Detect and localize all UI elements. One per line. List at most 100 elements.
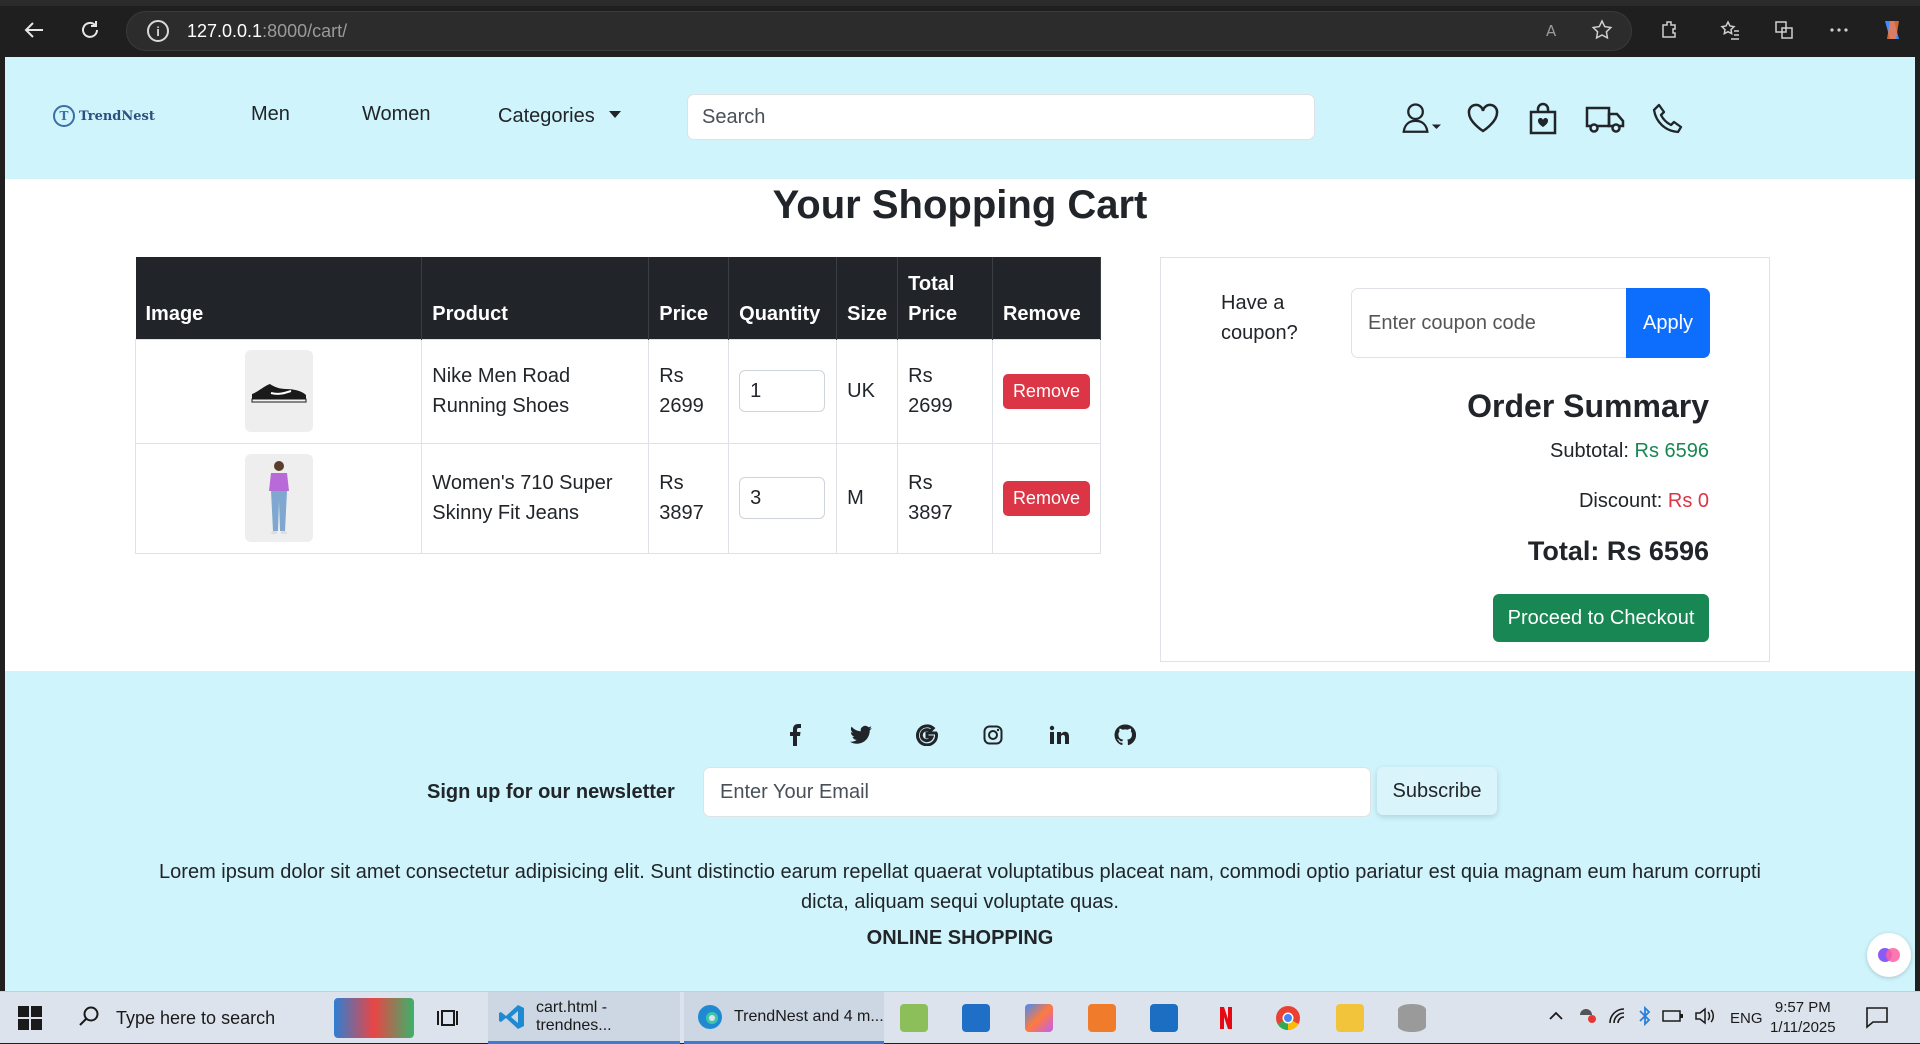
url-text: 127.0.0.1:8000/cart/: [187, 20, 348, 41]
remove-button[interactable]: Remove: [1002, 480, 1090, 516]
favorites-icon[interactable]: [1716, 16, 1744, 44]
product-image-cell: [134, 338, 423, 444]
system-clock[interactable]: 9:57 PM 1/11/2025: [1770, 998, 1836, 1038]
search-input[interactable]: [687, 94, 1315, 140]
product-total-price: Rs 3897: [897, 442, 993, 554]
copilot-app-icon[interactable]: [1025, 1004, 1053, 1032]
facebook-icon[interactable]: [781, 721, 809, 749]
subscribe-button[interactable]: Subscribe: [1377, 767, 1497, 815]
shopping-bag-icon[interactable]: [1523, 99, 1563, 139]
windows-start-icon[interactable]: [18, 1006, 42, 1030]
collections-icon[interactable]: [1770, 16, 1798, 44]
column-header-quantity: Quantity: [728, 257, 838, 339]
order-summary-title: Order Summary: [1467, 388, 1709, 424]
page-viewport: T TrendNest Men Women Categories Your Sh…: [5, 57, 1915, 991]
quantity-input[interactable]: [739, 370, 826, 412]
reload-icon[interactable]: [74, 14, 106, 46]
wishlist-heart-icon[interactable]: [1463, 99, 1503, 139]
svg-text:A: A: [1546, 22, 1557, 40]
remove-cell: Remove: [991, 442, 1102, 554]
column-header-price: Price: [648, 257, 730, 339]
logo-mark: T: [53, 105, 75, 127]
user-account-icon[interactable]: [1401, 99, 1441, 139]
newsletter-email-input[interactable]: [703, 767, 1371, 817]
favorite-star-icon[interactable]: [1588, 16, 1616, 44]
subtotal-value: Rs 6596: [1634, 440, 1710, 462]
nav-men[interactable]: Men: [251, 103, 290, 126]
delivery-truck-icon[interactable]: [1585, 99, 1625, 139]
address-bar[interactable]: i 127.0.0.1:8000/cart/: [126, 11, 1632, 51]
apply-coupon-button[interactable]: Apply: [1626, 288, 1710, 358]
vscode-icon: [498, 1003, 526, 1031]
product-price: Rs 3897: [648, 442, 730, 554]
proceed-to-checkout-button[interactable]: Proceed to Checkout: [1493, 594, 1709, 642]
edge-icon: [696, 1003, 724, 1031]
floating-assistant-icon[interactable]: [1867, 933, 1911, 977]
taskbar-app-edge[interactable]: TrendNest and 4 m...: [684, 992, 884, 1044]
browser-toolbar: i 127.0.0.1:8000/cart/ A: [0, 0, 1920, 57]
logo-text: TrendNest: [79, 108, 155, 124]
site-logo[interactable]: T TrendNest: [53, 105, 155, 127]
discount-line: Discount: Rs 0: [1579, 490, 1709, 513]
chrome-icon[interactable]: [1274, 1004, 1302, 1032]
read-aloud-icon[interactable]: A: [1540, 16, 1568, 44]
wifi-icon[interactable]: [1608, 1007, 1628, 1029]
photos-app-icon[interactable]: [900, 1004, 928, 1032]
nav-women[interactable]: Women: [362, 103, 431, 126]
netflix-icon[interactable]: [1212, 1004, 1240, 1032]
taskbar-app-vscode[interactable]: cart.html - trendnes...: [488, 992, 680, 1044]
chevron-down-icon: [608, 111, 621, 118]
linkedin-icon[interactable]: [1045, 721, 1073, 749]
more-menu-icon[interactable]: [1825, 16, 1853, 44]
footer-heading-online-shopping: ONLINE SHOPPING: [866, 927, 1054, 949]
widgets-news-icon[interactable]: [334, 998, 414, 1038]
extensions-icon[interactable]: [1655, 16, 1683, 44]
column-header-product: Product: [421, 257, 650, 339]
security-icon[interactable]: [1578, 1007, 1598, 1029]
product-image-jeans[interactable]: [244, 454, 313, 542]
twitter-icon[interactable]: [847, 721, 875, 749]
social-links: [5, 721, 1915, 749]
column-header-size: Size: [836, 257, 899, 339]
nav-categories-dropdown[interactable]: Categories: [498, 105, 621, 128]
discount-label: Discount:: [1578, 490, 1663, 512]
copilot-icon[interactable]: [1878, 16, 1906, 44]
volume-icon[interactable]: [1694, 1007, 1716, 1029]
github-icon[interactable]: [1111, 721, 1139, 749]
file-explorer-icon[interactable]: [1336, 1004, 1364, 1032]
site-footer: Sign up for our newsletter Subscribe Lor…: [5, 671, 1915, 991]
site-info-icon[interactable]: i: [147, 20, 169, 42]
product-size: UK: [836, 338, 899, 444]
tray-overflow-chevron-icon[interactable]: [1548, 1008, 1564, 1028]
coupon-code-input[interactable]: [1351, 288, 1627, 358]
table-row: Nike Men Road Running Shoes Rs 2699 UK R…: [134, 338, 1102, 444]
language-indicator[interactable]: ENG: [1730, 1010, 1763, 1027]
xampp-icon[interactable]: [1088, 1004, 1116, 1032]
product-image-shoe[interactable]: [244, 350, 313, 432]
notifications-icon[interactable]: [1864, 1004, 1892, 1032]
tab-strip: [0, 0, 1920, 6]
product-total-price: Rs 2699: [897, 338, 993, 444]
prime-video-icon[interactable]: [962, 1004, 990, 1032]
outlook-icon[interactable]: [1150, 1004, 1178, 1032]
remove-button[interactable]: Remove: [1002, 373, 1090, 409]
subtotal-label: Subtotal:: [1549, 440, 1629, 462]
taskbar-app-edge-label: TrendNest and 4 m...: [734, 1007, 884, 1025]
battery-icon[interactable]: [1662, 1009, 1684, 1027]
bluetooth-icon[interactable]: [1638, 1005, 1652, 1030]
quantity-input[interactable]: [739, 477, 826, 519]
back-icon[interactable]: [18, 14, 50, 46]
remove-cell: Remove: [991, 338, 1102, 444]
task-view-icon[interactable]: [436, 1004, 464, 1032]
google-icon[interactable]: [913, 721, 941, 749]
table-header-row: Image Product Price Quantity Size Total …: [135, 257, 1102, 339]
database-icon[interactable]: [1398, 1004, 1426, 1032]
clock-time: 9:57 PM: [1774, 999, 1831, 1016]
column-header-remove: Remove: [992, 257, 1102, 339]
phone-icon[interactable]: [1648, 99, 1688, 139]
product-name: Women's 710 Super Skinny Fit Jeans: [421, 442, 650, 554]
quantity-cell: [728, 338, 838, 444]
instagram-icon[interactable]: [979, 721, 1007, 749]
page-title: Your Shopping Cart: [772, 183, 1148, 227]
order-total: Total: Rs 6596: [1527, 536, 1709, 566]
